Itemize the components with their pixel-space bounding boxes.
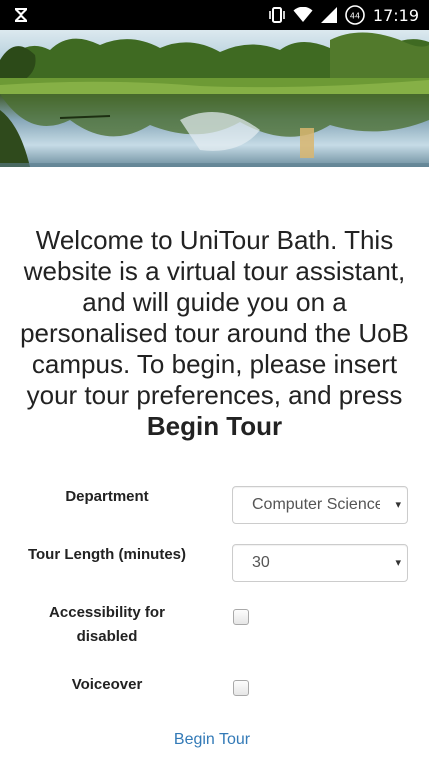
accessibility-label-line1: Accessibility for (49, 604, 165, 621)
department-selected-value: Computer Science (252, 496, 380, 513)
voiceover-checkbox[interactable] (233, 680, 249, 696)
intro-text: Welcome to UniTour Bath. This website is… (12, 225, 417, 442)
battery-icon: 44 (345, 5, 365, 25)
chevron-down-icon: ▾ (395, 557, 401, 569)
accessibility-label: Accessibility for disabled (0, 601, 214, 649)
accessibility-label-line2: disabled (76, 628, 138, 645)
begin-tour-link[interactable]: Begin Tour (0, 729, 424, 751)
voiceover-label: Voiceover (71, 676, 143, 693)
tour-length-select[interactable]: 30 ▾ (232, 544, 408, 582)
tour-length-selected-value: 30 (252, 554, 270, 571)
department-select[interactable]: Computer Science ▾ (232, 486, 408, 524)
department-label: Department (65, 488, 149, 505)
status-bar: 44 17:19 (0, 0, 429, 30)
battery-level: 44 (350, 12, 360, 21)
vibrate-icon (269, 6, 285, 24)
chevron-down-icon: ▾ (395, 499, 401, 511)
status-time: 17:19 (372, 5, 419, 25)
cell-signal-icon (320, 7, 337, 23)
intro-body: Welcome to UniTour Bath. This website is… (20, 225, 409, 410)
tour-length-label: Tour Length (minutes) (27, 546, 187, 563)
wifi-icon (293, 7, 313, 23)
hourglass-icon (14, 7, 28, 23)
accessibility-checkbox[interactable] (233, 609, 249, 625)
intro-emphasis: Begin Tour (146, 411, 283, 441)
lake-landscape-image (0, 30, 429, 167)
